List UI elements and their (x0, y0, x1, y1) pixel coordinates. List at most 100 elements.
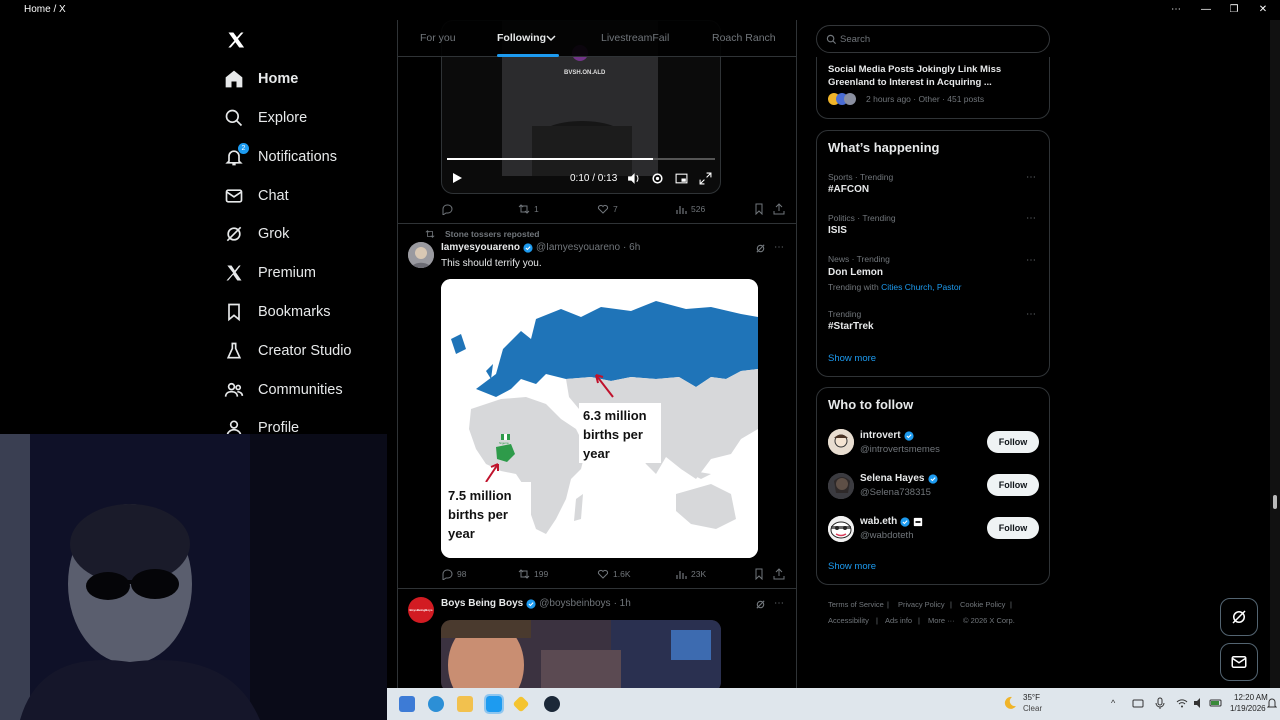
avatar[interactable] (408, 242, 434, 268)
close-button[interactable]: ✕ (1255, 2, 1271, 18)
share-icon[interactable] (773, 568, 785, 580)
share-icon[interactable] (773, 203, 785, 215)
nav-creator-studio[interactable]: Creator Studio (224, 336, 352, 366)
nav-label: Bookmarks (258, 304, 331, 320)
nav-bookmarks[interactable]: Bookmarks (224, 297, 331, 327)
footer-link-privacy[interactable]: Privacy Policy (898, 600, 945, 609)
settings-icon[interactable]: ⋯ (1168, 2, 1184, 18)
follow-user-name[interactable]: wab.eth (860, 516, 897, 527)
author-handle[interactable]: @Iamyesyouareno (536, 242, 620, 253)
reply-button[interactable]: 98 (441, 568, 466, 580)
wifi-icon[interactable] (1176, 697, 1188, 709)
edge-browser-icon[interactable] (428, 696, 444, 712)
trend-related-links[interactable]: Cities Church, Pastor (881, 282, 961, 292)
like-button[interactable]: 7 (597, 203, 618, 215)
scrollbar[interactable] (1270, 20, 1280, 688)
follow-user-name[interactable]: Selena Hayes (860, 473, 925, 484)
search-input[interactable]: Search (816, 25, 1050, 53)
nav-home[interactable]: Home (224, 64, 298, 94)
more-options-icon[interactable]: ⋯ (1026, 255, 1037, 266)
reply-button[interactable] (441, 203, 457, 215)
grok-floating-button[interactable] (1220, 598, 1258, 636)
steam-icon[interactable] (544, 696, 560, 712)
clock-date[interactable]: 1/19/2026 (1230, 704, 1266, 713)
messages-floating-button[interactable] (1220, 643, 1258, 681)
repost-button[interactable]: 199 (518, 568, 548, 580)
chevron-up-icon[interactable]: ^ (1111, 698, 1115, 708)
footer-link-terms[interactable]: Terms of Service (828, 600, 884, 609)
tweet-time[interactable]: · 6h (623, 242, 640, 253)
grok-icon[interactable] (755, 243, 766, 254)
author-handle[interactable]: @boysbeinboys (539, 598, 610, 609)
x-logo-icon[interactable] (227, 31, 245, 49)
more-options-icon[interactable]: ⋯ (1026, 172, 1037, 183)
avatar[interactable] (828, 473, 854, 499)
tweet-image-map[interactable]: 6.3 million births per year 7.5 million … (441, 279, 758, 558)
tab-for-you[interactable]: For you (420, 32, 456, 44)
file-explorer-icon[interactable] (457, 696, 473, 712)
follow-button[interactable]: Follow (987, 474, 1039, 496)
trend-name[interactable]: ISIS (828, 225, 847, 236)
more-options-icon[interactable]: ⋯ (1026, 309, 1037, 320)
tab-livestreamfail[interactable]: LivestreamFail (601, 32, 669, 44)
minimize-button[interactable]: — (1198, 2, 1214, 18)
nav-chat[interactable]: Chat (224, 181, 289, 211)
views-button[interactable]: 526 (675, 203, 705, 215)
nav-grok[interactable]: Grok (224, 219, 289, 249)
footer-link-more[interactable]: More ··· (928, 616, 955, 625)
gear-icon[interactable] (651, 172, 664, 185)
pip-icon[interactable] (675, 172, 688, 185)
fullscreen-icon[interactable] (699, 172, 712, 185)
calculator-icon[interactable] (399, 696, 415, 712)
volume-icon[interactable] (627, 172, 640, 185)
trend-name[interactable]: Don Lemon (828, 267, 883, 278)
nav-notifications[interactable]: 2 Notifications (224, 142, 337, 172)
footer-link-accessibility[interactable]: Accessibility (828, 616, 869, 625)
follow-user-name[interactable]: introvert (860, 430, 901, 441)
nav-explore[interactable]: Explore (224, 103, 307, 133)
tweet-video-thumbnail[interactable] (441, 620, 721, 688)
like-button[interactable]: 1.6K (597, 568, 631, 580)
follow-button[interactable]: Follow (987, 517, 1039, 539)
pinned-app-icon[interactable] (512, 695, 530, 713)
author-name[interactable]: Boys Being Boys (441, 598, 523, 609)
follow-button[interactable]: Follow (987, 431, 1039, 453)
scrollbar-thumb[interactable] (1273, 495, 1277, 509)
restore-button[interactable]: ❐ (1226, 2, 1242, 18)
grok-icon[interactable] (755, 599, 766, 610)
more-options-icon[interactable]: ⋯ (774, 242, 784, 253)
trend-name[interactable]: #AFCON (828, 184, 869, 195)
trend-name[interactable]: #StarTrek (828, 321, 874, 332)
clock-time[interactable]: 12:20 AM (1234, 693, 1268, 702)
footer-link-ads-info[interactable]: Ads info (885, 616, 912, 625)
nav-premium[interactable]: Premium (224, 258, 316, 288)
volume-icon[interactable] (1193, 697, 1205, 709)
sync-icon[interactable] (1132, 697, 1144, 709)
views-button[interactable]: 23K (675, 568, 706, 580)
microphone-icon[interactable] (1154, 697, 1166, 709)
avatar[interactable] (828, 516, 854, 542)
avatar[interactable]: BoysBeingBoys (408, 597, 434, 623)
bookmark-icon[interactable] (753, 568, 765, 580)
bookmark-icon[interactable] (753, 203, 765, 215)
show-more-link[interactable]: Show more (828, 353, 876, 364)
avatar[interactable] (828, 429, 854, 455)
news-card[interactable]: Social Media Posts Jokingly Link Miss Gr… (816, 57, 1050, 119)
more-options-icon[interactable]: ⋯ (1026, 213, 1037, 224)
tab-following[interactable]: Following (497, 32, 546, 44)
tweet-time[interactable]: · 1h (614, 598, 631, 609)
battery-icon[interactable] (1209, 697, 1223, 709)
nav-communities[interactable]: Communities (224, 375, 343, 405)
repost-button[interactable]: 1 (518, 203, 539, 215)
show-more-link[interactable]: Show more (828, 561, 876, 572)
play-icon[interactable] (451, 172, 463, 184)
chevron-down-icon[interactable] (546, 33, 556, 43)
timeline[interactable]: For you Following LivestreamFail Roach R… (397, 20, 797, 688)
author-name[interactable]: Iamyesyouareno (441, 242, 520, 253)
footer-link-cookie[interactable]: Cookie Policy (960, 600, 1005, 609)
twitter-app-icon[interactable] (484, 694, 504, 714)
more-options-icon[interactable]: ⋯ (774, 598, 784, 609)
notification-bell-icon[interactable] (1267, 697, 1277, 709)
tab-roach-ranch[interactable]: Roach Ranch (712, 32, 776, 44)
video-progress-track[interactable] (447, 158, 715, 160)
